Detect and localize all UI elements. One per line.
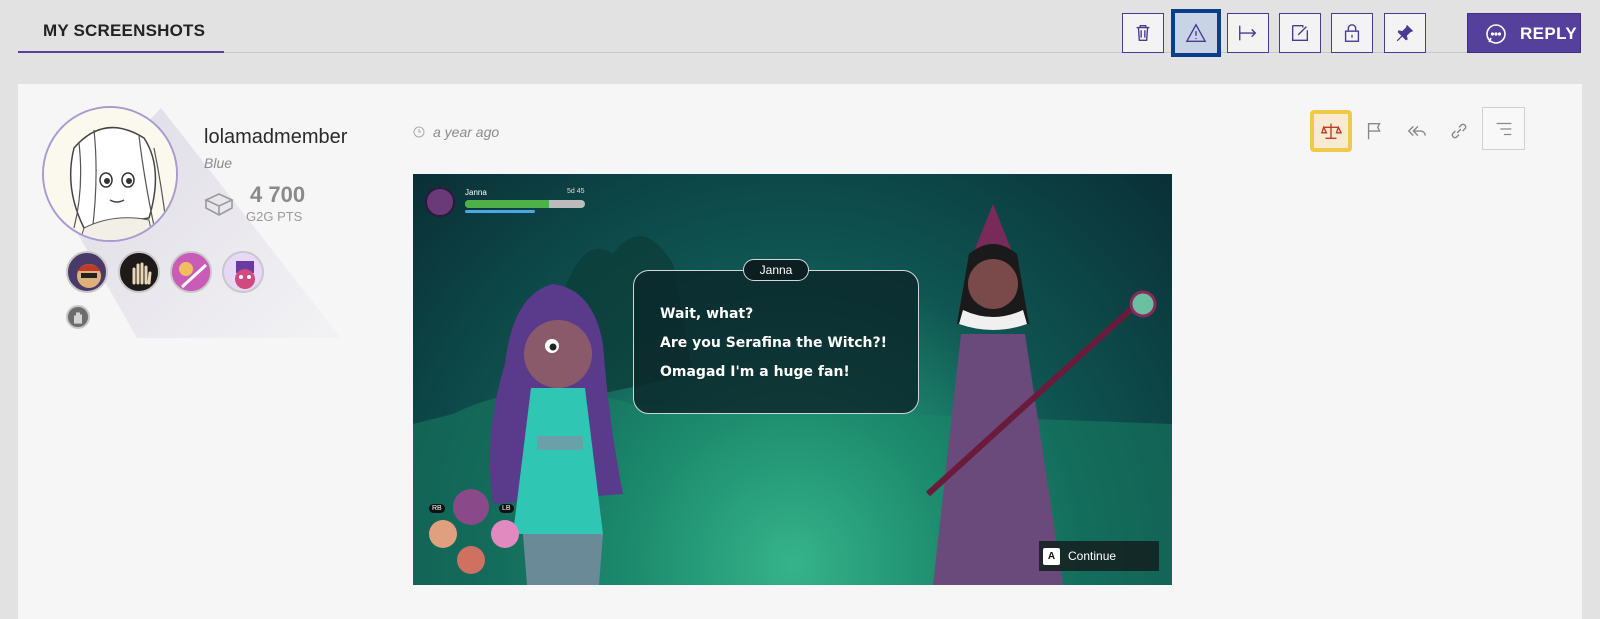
lb-label: LB bbox=[499, 504, 514, 513]
hud-name: Janna bbox=[465, 188, 487, 197]
top-bar: MY SCREENSHOTS REPLY bbox=[0, 0, 1600, 60]
post-timestamp: a year ago bbox=[413, 124, 499, 140]
pin-button[interactable] bbox=[1384, 13, 1426, 53]
continue-label: Continue bbox=[1068, 549, 1117, 563]
link-icon bbox=[1451, 123, 1467, 139]
dialogue-speaker: Janna bbox=[743, 259, 809, 281]
hand-icon bbox=[74, 312, 82, 324]
scales-icon bbox=[1320, 123, 1342, 140]
continue-key: A bbox=[1043, 547, 1060, 565]
hud-health-bar bbox=[465, 200, 585, 208]
edit-button[interactable] bbox=[1279, 13, 1321, 53]
dialogue-line-1: Wait, what? bbox=[660, 306, 754, 322]
avatar[interactable] bbox=[42, 106, 178, 242]
reply-all-icon bbox=[1407, 125, 1426, 137]
rb-label: RB bbox=[429, 504, 445, 513]
delete-button[interactable] bbox=[1122, 13, 1164, 53]
lock-icon bbox=[1344, 24, 1360, 42]
flag-icon bbox=[1367, 122, 1381, 140]
badge-1[interactable] bbox=[66, 251, 108, 293]
hud-avatar bbox=[425, 187, 455, 217]
avatar-drawing bbox=[44, 108, 176, 240]
username[interactable]: lolamadmember bbox=[204, 126, 347, 149]
points-icon bbox=[204, 193, 234, 216]
user-rank: Blue bbox=[204, 155, 233, 171]
section-title: MY SCREENSHOTS bbox=[43, 21, 206, 40]
edit-icon bbox=[1291, 24, 1309, 42]
move-button[interactable] bbox=[1227, 13, 1269, 53]
badge-2[interactable] bbox=[118, 251, 160, 293]
hud-energy-bar bbox=[465, 210, 535, 213]
lock-button[interactable] bbox=[1331, 13, 1373, 53]
dialogue-line-2: Are you Serafina the Witch?! bbox=[660, 335, 888, 351]
clock-icon bbox=[413, 126, 425, 138]
dialogue-line-3: Omagad I'm a huge fan! bbox=[660, 364, 850, 380]
report-button[interactable] bbox=[1171, 9, 1221, 57]
move-icon bbox=[1239, 25, 1257, 41]
badge-hand[interactable] bbox=[66, 305, 90, 329]
timestamp-text: a year ago bbox=[433, 124, 500, 140]
reply-label: REPLY bbox=[1520, 24, 1578, 43]
warning-icon bbox=[1185, 23, 1207, 42]
hud-count: 5d 45 bbox=[567, 188, 585, 195]
reply-all-button[interactable] bbox=[1396, 110, 1438, 152]
points-label: G2G PTS bbox=[246, 209, 303, 224]
link-button[interactable] bbox=[1438, 110, 1480, 152]
section-tab[interactable]: MY SCREENSHOTS bbox=[18, 10, 224, 53]
reply-button[interactable]: REPLY bbox=[1467, 13, 1581, 53]
chat-icon bbox=[1486, 24, 1506, 44]
flag-button[interactable] bbox=[1354, 110, 1396, 152]
pin-icon bbox=[1396, 24, 1414, 42]
points-value: 4 700 bbox=[250, 182, 306, 207]
badge-3[interactable] bbox=[170, 251, 212, 293]
hud-health-fill bbox=[465, 200, 549, 208]
trash-icon bbox=[1136, 24, 1150, 42]
post-menu-button[interactable] bbox=[1482, 107, 1525, 150]
continue-prompt: A Continue bbox=[1039, 541, 1159, 571]
moderate-button[interactable] bbox=[1310, 110, 1352, 152]
menu-icon bbox=[1496, 122, 1511, 135]
screenshot-image[interactable]: RB LB Janna 5d 45 Janna Wait, what? Are … bbox=[413, 174, 1172, 585]
badge-4[interactable] bbox=[222, 251, 264, 293]
